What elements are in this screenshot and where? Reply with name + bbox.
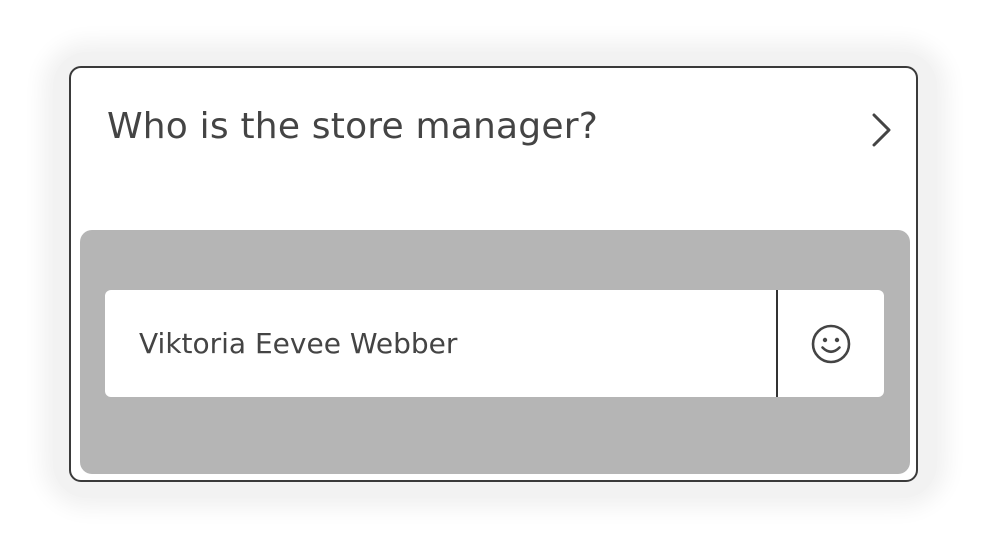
question-title: Who is the store manager? (107, 106, 599, 147)
answer-input[interactable]: Viktoria Eevee Webber (105, 290, 884, 397)
answer-panel: Viktoria Eevee Webber (80, 230, 910, 474)
chevron-right-icon[interactable] (868, 112, 894, 148)
question-card: Who is the store manager? Viktoria Eevee… (69, 66, 918, 482)
smiley-face-icon (811, 324, 851, 363)
emoji-button[interactable] (778, 290, 884, 397)
answer-input-value[interactable]: Viktoria Eevee Webber (139, 290, 457, 397)
